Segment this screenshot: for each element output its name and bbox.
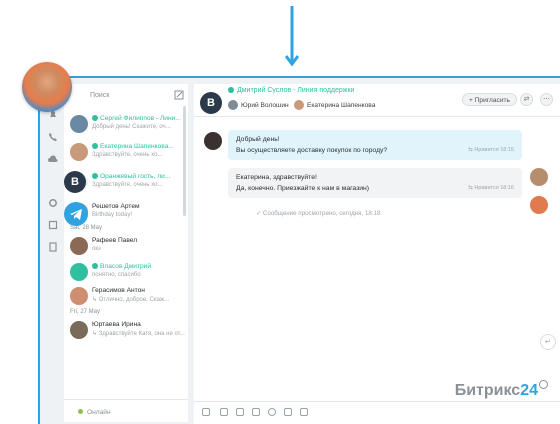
chat-preview: ↳ Отлично, доброе. Скаж... bbox=[92, 297, 170, 303]
attach-icon[interactable] bbox=[202, 408, 210, 416]
avatar bbox=[70, 143, 88, 161]
phone-icon[interactable] bbox=[48, 132, 58, 142]
smile-icon[interactable] bbox=[268, 408, 276, 416]
list-item[interactable]: Власов Дмитрий понятно, спасибо bbox=[70, 260, 188, 286]
avatar bbox=[70, 237, 88, 255]
chat-name: Оранжевый гость, ли... bbox=[100, 173, 171, 180]
member[interactable]: Екатерина Шапенкова bbox=[294, 100, 375, 110]
search-input[interactable]: Поиск bbox=[90, 92, 109, 99]
list-item[interactable]: Сергей Филиппов - Лини... Добрый день! С… bbox=[70, 112, 188, 138]
openline-icon bbox=[228, 87, 234, 93]
avatar bbox=[70, 287, 88, 305]
notes-icon[interactable] bbox=[48, 220, 58, 230]
member-name: Юрий Волошин bbox=[241, 102, 289, 109]
chat-preview: понятно, спасибо bbox=[92, 272, 141, 278]
clock-icon bbox=[539, 380, 548, 389]
avatar bbox=[530, 196, 548, 214]
recent-chats-panel: Поиск Сергей Филиппов - Лини... Добрый д… bbox=[64, 84, 188, 422]
chat-name: Сергей Филиппов - Лини... bbox=[100, 115, 181, 122]
bitrix-badge-icon: B bbox=[200, 92, 222, 114]
chat-header: Дмитрий Суслов - Линия поддержки Юрий Во… bbox=[194, 84, 560, 117]
member-name: Екатерина Шапенкова bbox=[307, 102, 376, 109]
openline-icon bbox=[92, 143, 98, 149]
chat-preview: Здравствуйте, очень хо... bbox=[92, 152, 163, 158]
message-input[interactable] bbox=[194, 401, 560, 402]
cloud-icon[interactable] bbox=[48, 154, 58, 164]
avatar bbox=[70, 321, 88, 339]
list-item[interactable]: Рафеев Павел окз bbox=[70, 234, 188, 260]
chat-preview: окз bbox=[92, 246, 101, 252]
seen-status: ✓ Сообщение просмотрено, сегодня, 18:18 bbox=[256, 210, 381, 217]
more-icon[interactable]: ⋯ bbox=[540, 93, 553, 106]
divider bbox=[64, 399, 188, 400]
openline-icon bbox=[92, 263, 98, 269]
bitrix-badge-icon: B bbox=[64, 171, 86, 193]
document-icon[interactable] bbox=[48, 242, 58, 252]
chat-name: Решетов Артем bbox=[92, 203, 140, 210]
user-icon[interactable] bbox=[220, 408, 228, 416]
message-time: ⇆ Нравится 18:16 bbox=[468, 185, 514, 191]
send-button[interactable]: ↵ bbox=[540, 334, 556, 350]
chat-name: Юртаева Ирина bbox=[92, 321, 141, 328]
openline-icon bbox=[92, 115, 98, 121]
chat-name: Екатерина Шапенкова... bbox=[100, 143, 174, 150]
message-time: ⇆ Нравится 18:15 bbox=[468, 147, 514, 153]
settings-icon[interactable] bbox=[48, 198, 58, 208]
avatar bbox=[228, 100, 238, 110]
message-bubble[interactable]: Добрый день! Вы осуществляете доставку п… bbox=[228, 130, 522, 160]
down-arrow-icon bbox=[285, 6, 299, 67]
chat-preview: Здравствуйте, очень хо... bbox=[92, 182, 163, 188]
avatar bbox=[294, 100, 304, 110]
compose-icon[interactable] bbox=[174, 90, 184, 100]
message-bubble[interactable]: Екатерина, здравствуйте! Да, конечно. Пр… bbox=[228, 168, 522, 198]
avatar bbox=[70, 115, 88, 133]
member[interactable]: Юрий Волошин bbox=[228, 100, 289, 110]
date-separator: Fri, 27 May bbox=[70, 309, 101, 315]
invite-button[interactable]: + Пригласить bbox=[462, 93, 517, 106]
openline-icon bbox=[92, 173, 98, 179]
task-icon[interactable] bbox=[236, 408, 244, 416]
avatar bbox=[530, 168, 548, 186]
chat-preview: Birthday today! bbox=[92, 212, 133, 218]
list-item[interactable]: Герасимов Антон ↳ Отлично, доброе. Скаж.… bbox=[70, 284, 188, 310]
bitrix24-logo: Битрикс24 bbox=[455, 380, 548, 400]
list-item[interactable]: Юртаева Ирина ↳ Здравствуйте Катя, она н… bbox=[70, 318, 188, 344]
avatar bbox=[204, 132, 222, 150]
list-item[interactable]: Оранжевый гость, ли... Здравствуйте, оче… bbox=[70, 170, 188, 196]
sidebar-rail bbox=[44, 110, 64, 310]
telegram-icon bbox=[64, 202, 88, 226]
chat-name: Рафеев Павел bbox=[92, 237, 138, 244]
call-icon[interactable]: ⇄ bbox=[520, 93, 533, 106]
list-item[interactable]: Екатерина Шапенкова... Здравствуйте, оче… bbox=[70, 140, 188, 166]
chat-name: Власов Дмитрий bbox=[100, 263, 152, 270]
chat-preview: ↳ Здравствуйте Катя, она не от... bbox=[92, 331, 185, 337]
chat-title: Дмитрий Суслов - Линия поддержки bbox=[237, 87, 355, 94]
user-avatar[interactable] bbox=[22, 62, 72, 112]
gif-icon[interactable] bbox=[300, 408, 308, 416]
chat-name: Герасимов Антон bbox=[92, 287, 145, 294]
chat-area: Дмитрий Суслов - Линия поддержки Юрий Во… bbox=[194, 84, 560, 424]
video-icon[interactable] bbox=[284, 408, 292, 416]
message-text: Екатерина, здравствуйте! bbox=[236, 174, 317, 181]
event-icon[interactable] bbox=[252, 408, 260, 416]
avatar bbox=[70, 263, 88, 281]
chat-preview: Добрый день! Скажите, оч... bbox=[92, 124, 171, 130]
message-text: Добрый день! bbox=[236, 136, 280, 143]
status-selector[interactable]: Онлайн bbox=[78, 409, 111, 416]
